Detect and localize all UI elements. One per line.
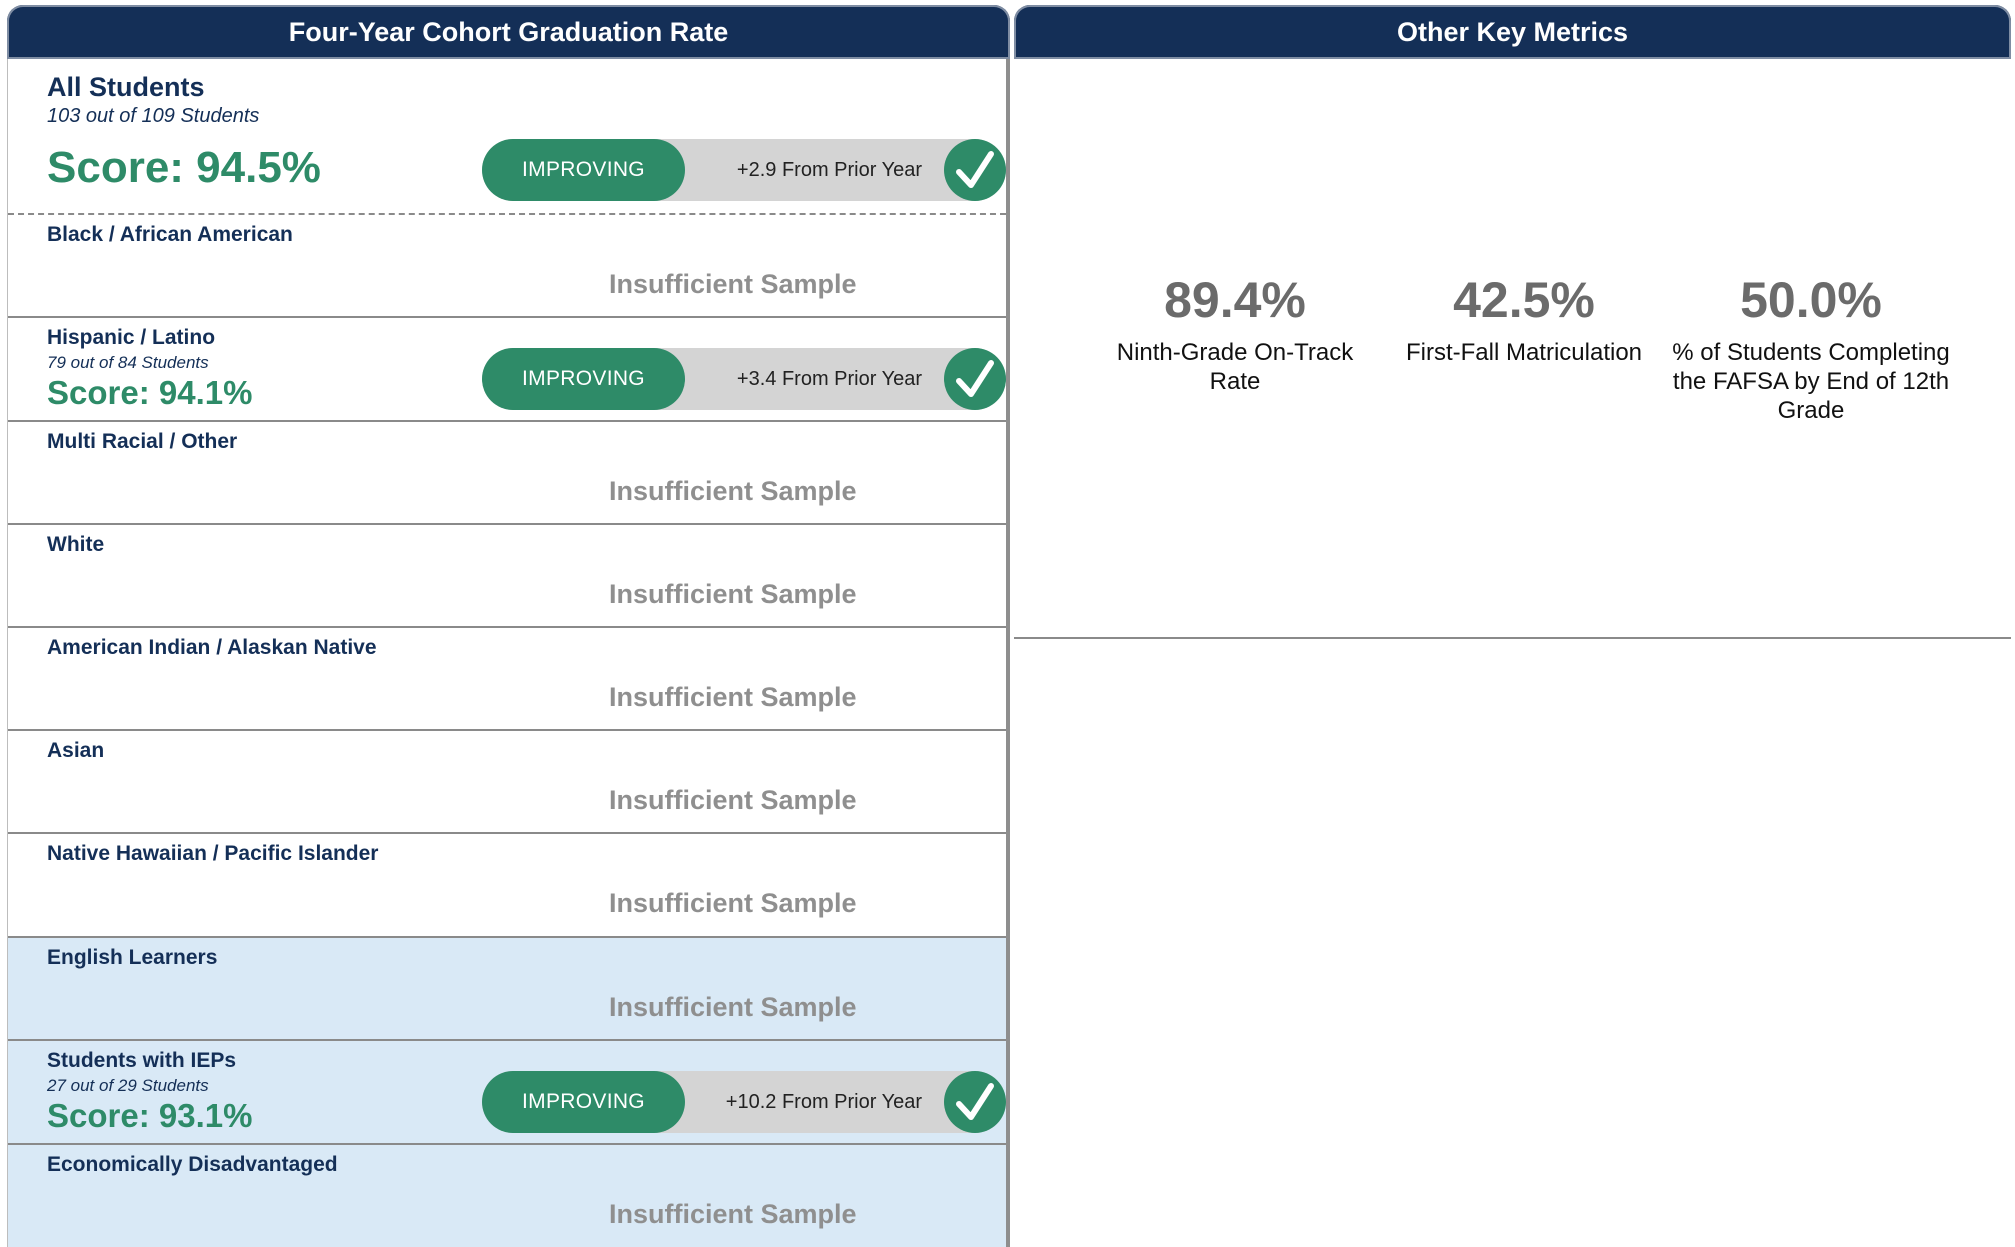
insufficient-sample-label: Insufficient Sample xyxy=(609,269,857,299)
group-name: Asian xyxy=(47,739,105,762)
check-icon xyxy=(944,139,1006,201)
group-row-multi-racial-other: Multi Racial / Other Insufficient Sample xyxy=(8,422,1006,525)
metric-fafsa-completion: 50.0% % of Students Completing the FAFSA… xyxy=(1656,272,1966,425)
group-row-english-learners: English Learners Insufficient Sample xyxy=(8,938,1006,1041)
group-name: Native Hawaiian / Pacific Islander xyxy=(47,842,379,865)
metric-ninth-grade-on-track: 89.4% Ninth-Grade On-Track Rate xyxy=(1090,272,1380,396)
group-row-hispanic-latino: Hispanic / Latino 79 out of 84 Students … xyxy=(8,318,1006,422)
group-row-white: White Insufficient Sample xyxy=(8,525,1006,628)
group-name: White xyxy=(47,533,105,556)
status-badge: IMPROVING xyxy=(482,139,685,201)
group-row-black-african-american: Black / African American Insufficient Sa… xyxy=(8,215,1006,318)
improvement-indicator: IMPROVING +10.2 From Prior Year xyxy=(482,1071,1006,1133)
group-row-american-indian-alaskan-native: American Indian / Alaskan Native Insuffi… xyxy=(8,628,1006,731)
group-count: 27 out of 29 Students xyxy=(47,1076,209,1095)
graduation-rate-panel: All Students 103 out of 109 Students Sco… xyxy=(7,59,1010,1247)
insufficient-sample-label: Insufficient Sample xyxy=(609,682,857,712)
key-metrics-header: Other Key Metrics xyxy=(1014,5,2011,59)
group-count: 103 out of 109 Students xyxy=(47,105,260,127)
improvement-indicator: IMPROVING +3.4 From Prior Year xyxy=(482,348,1006,410)
group-score: Score: 94.5% xyxy=(47,143,321,192)
improvement-indicator: IMPROVING +2.9 From Prior Year xyxy=(482,139,1006,201)
insufficient-sample-label: Insufficient Sample xyxy=(609,476,857,506)
group-count: 79 out of 84 Students xyxy=(47,353,209,372)
group-row-all-students: All Students 103 out of 109 Students Sco… xyxy=(8,59,1006,215)
status-badge: IMPROVING xyxy=(482,348,685,410)
insufficient-sample-label: Insufficient Sample xyxy=(609,888,857,918)
group-name: English Learners xyxy=(47,946,218,969)
check-icon xyxy=(944,348,1006,410)
group-row-economically-disadvantaged: Economically Disadvantaged Insufficient … xyxy=(8,1145,1006,1247)
change-from-prior-year: +2.9 From Prior Year xyxy=(736,158,922,181)
insufficient-sample-label: Insufficient Sample xyxy=(609,992,857,1022)
insufficient-sample-label: Insufficient Sample xyxy=(609,1199,857,1229)
group-name: Multi Racial / Other xyxy=(47,430,238,453)
metric-label: Ninth-Grade On-Track Rate xyxy=(1116,339,1354,395)
metric-first-fall-matriculation: 42.5% First-Fall Matriculation xyxy=(1379,272,1669,367)
key-metrics-title: Other Key Metrics xyxy=(1396,16,1629,47)
group-name: Hispanic / Latino xyxy=(47,326,216,349)
group-row-asian: Asian Insufficient Sample xyxy=(8,731,1006,834)
graduation-rate-title: Four-Year Cohort Graduation Rate xyxy=(288,16,729,47)
group-name: Black / African American xyxy=(47,223,293,246)
group-name: All Students xyxy=(47,72,205,102)
group-row-native-hawaiian-pacific-islander: Native Hawaiian / Pacific Islander Insuf… xyxy=(8,834,1006,938)
metric-label: % of Students Completing the FAFSA by En… xyxy=(1672,339,1950,424)
group-name: Economically Disadvantaged xyxy=(47,1153,338,1176)
group-name: American Indian / Alaskan Native xyxy=(47,636,377,659)
change-from-prior-year: +10.2 From Prior Year xyxy=(725,1090,922,1113)
metric-value: 89.4% xyxy=(1164,272,1306,328)
insufficient-sample-label: Insufficient Sample xyxy=(609,579,857,609)
metric-value: 42.5% xyxy=(1453,272,1595,328)
check-icon xyxy=(944,1071,1006,1133)
change-from-prior-year: +3.4 From Prior Year xyxy=(736,367,922,390)
insufficient-sample-label: Insufficient Sample xyxy=(609,785,857,815)
group-name: Students with IEPs xyxy=(47,1049,237,1072)
metric-value: 50.0% xyxy=(1740,272,1882,328)
group-score: Score: 93.1% xyxy=(47,1097,253,1134)
status-badge: IMPROVING xyxy=(482,1071,685,1133)
group-score: Score: 94.1% xyxy=(47,374,253,411)
key-metrics-panel: 89.4% Ninth-Grade On-Track Rate 42.5% Fi… xyxy=(1014,59,2011,639)
graduation-rate-header: Four-Year Cohort Graduation Rate xyxy=(7,5,1010,59)
group-row-students-with-ieps: Students with IEPs 27 out of 29 Students… xyxy=(8,1041,1006,1145)
metric-label: First-Fall Matriculation xyxy=(1405,339,1643,366)
